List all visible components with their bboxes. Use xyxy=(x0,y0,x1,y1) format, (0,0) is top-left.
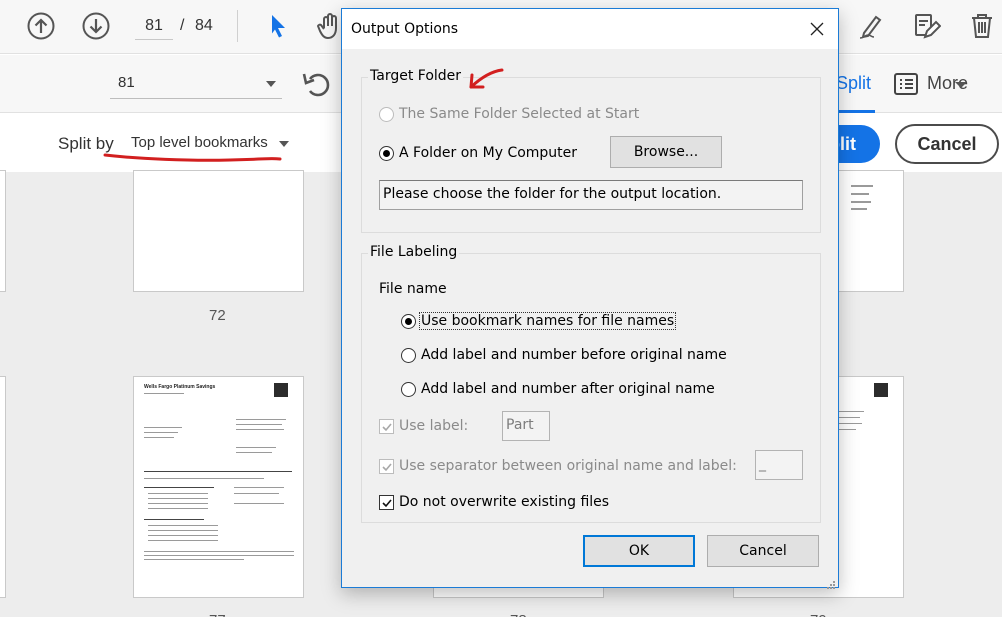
tab-split[interactable]: Split xyxy=(836,73,871,94)
page-thumbnail[interactable] xyxy=(0,376,6,598)
sign-icon[interactable] xyxy=(855,10,887,42)
target-folder-title: Target Folder xyxy=(368,68,464,84)
dialog-title: Output Options xyxy=(351,21,459,37)
chevron-down-icon xyxy=(266,81,276,87)
resize-grip-icon[interactable] xyxy=(826,575,836,589)
my-computer-radio[interactable] xyxy=(379,146,394,161)
thumbnail-logo xyxy=(274,383,288,397)
thumbnail-page-number: 77 xyxy=(209,612,226,617)
same-folder-radio[interactable] xyxy=(379,107,394,122)
file-labeling-title: File Labeling xyxy=(368,244,460,260)
page-separator: / xyxy=(180,17,185,34)
bookmark-names-label: Use bookmark names for file names xyxy=(419,312,677,330)
toolbar-divider xyxy=(237,10,238,42)
previous-page-icon[interactable] xyxy=(25,10,57,42)
more-options-icon[interactable] xyxy=(893,72,919,96)
delete-icon[interactable] xyxy=(966,10,998,42)
thumbnail-document-title: Wells Fargo Platinum Savings xyxy=(144,384,216,390)
target-folder-group: Target Folder The Same Folder Selected a… xyxy=(361,68,821,233)
browse-button[interactable]: Browse... xyxy=(610,136,722,168)
no-overwrite-text: Do not overwrite existing files xyxy=(399,494,610,510)
label-input[interactable]: Part xyxy=(502,411,550,441)
bookmark-names-radio[interactable] xyxy=(401,314,416,329)
output-options-dialog: Output Options Target Folder The Same Fo… xyxy=(341,8,839,589)
use-label-text: Use label: xyxy=(399,418,469,434)
output-folder-path-field[interactable]: Please choose the folder for the output … xyxy=(379,180,803,210)
file-name-label: File name xyxy=(379,281,447,297)
separator-input[interactable]: _ xyxy=(755,450,803,480)
chevron-down-icon[interactable] xyxy=(279,141,289,147)
red-annotation-underline xyxy=(103,153,282,162)
thumbnail-page-number: 72 xyxy=(209,307,226,324)
cancel-button[interactable]: Cancel xyxy=(707,535,819,567)
label-before-label: Add label and number before original nam… xyxy=(421,347,727,363)
close-icon[interactable] xyxy=(806,18,828,40)
chevron-down-icon xyxy=(955,82,967,88)
edit-document-icon[interactable] xyxy=(910,10,942,42)
no-overwrite-checkbox[interactable] xyxy=(379,495,394,510)
page-thumbnail[interactable] xyxy=(133,170,304,292)
label-before-radio[interactable] xyxy=(401,348,416,363)
page-thumbnail[interactable]: Wells Fargo Platinum Savings xyxy=(133,376,304,598)
same-folder-label: The Same Folder Selected at Start xyxy=(399,106,640,122)
total-pages: 84 xyxy=(195,17,213,34)
thumbnail-logo xyxy=(874,383,888,397)
page-range-value: 81 xyxy=(118,74,135,91)
my-computer-label: A Folder on My Computer xyxy=(399,145,578,161)
red-annotation-arrow xyxy=(469,68,504,89)
label-after-label: Add label and number after original name xyxy=(421,381,715,397)
current-page-input[interactable]: 81 xyxy=(135,12,173,40)
split-by-dropdown[interactable]: Top level bookmarks xyxy=(131,134,268,151)
select-cursor-icon[interactable] xyxy=(262,10,294,42)
use-label-checkbox[interactable] xyxy=(379,419,394,434)
thumbnail-page-number: 78 xyxy=(510,612,527,617)
dialog-titlebar[interactable]: Output Options xyxy=(342,9,838,49)
undo-icon[interactable] xyxy=(300,69,332,101)
next-page-icon[interactable] xyxy=(80,10,112,42)
thumbnail-page-number: 79 xyxy=(810,612,827,617)
file-labeling-group: File Labeling File name Use bookmark nam… xyxy=(361,244,821,523)
cancel-split-button[interactable]: Cancel xyxy=(895,124,999,164)
use-separator-text: Use separator between original name and … xyxy=(399,458,737,474)
label-after-radio[interactable] xyxy=(401,382,416,397)
page-thumbnail[interactable] xyxy=(0,170,6,292)
use-separator-checkbox[interactable] xyxy=(379,459,394,474)
ok-button[interactable]: OK xyxy=(583,535,695,567)
page-range-dropdown[interactable]: 81 xyxy=(110,69,282,99)
